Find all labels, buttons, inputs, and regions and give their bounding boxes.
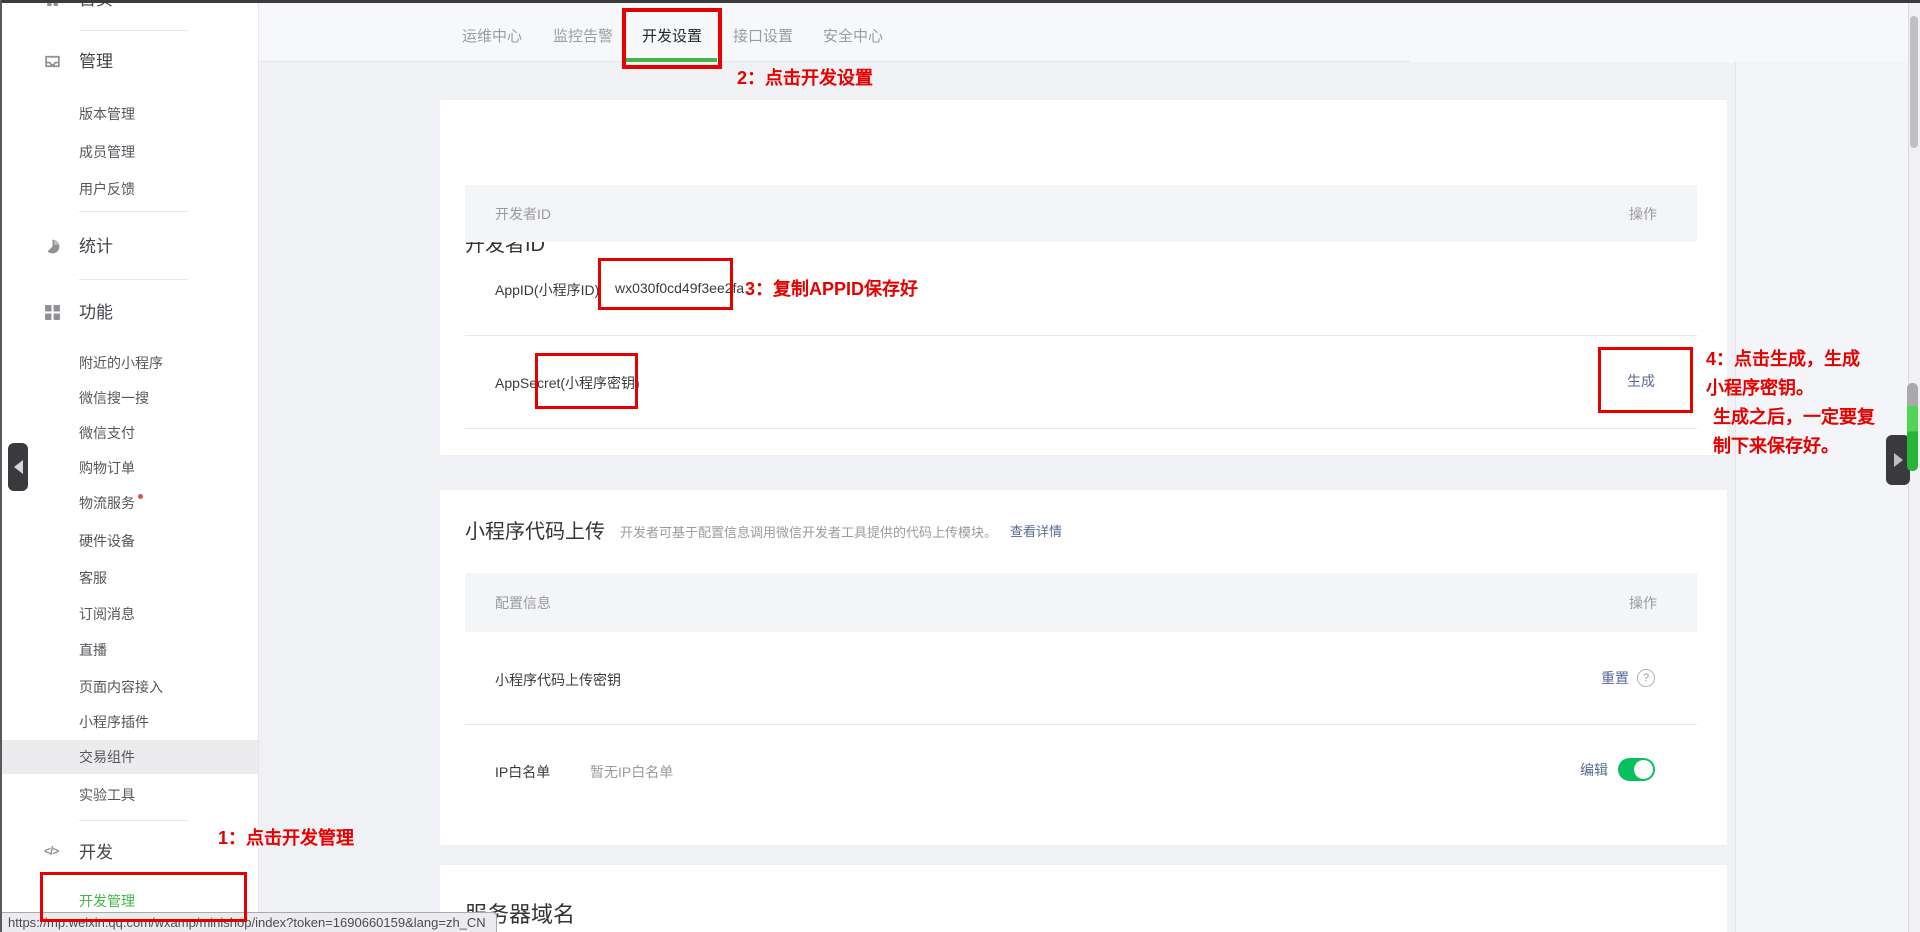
sidebar-item-shopping-orders[interactable]: 购物订单 bbox=[79, 458, 135, 478]
generate-button[interactable]: 生成 bbox=[1627, 371, 1655, 391]
sidebar-item-customer-service[interactable]: 客服 bbox=[79, 568, 107, 588]
toggle-knob bbox=[1634, 760, 1653, 779]
chevron-right-icon bbox=[1894, 453, 1903, 467]
sidebar-item-member-manage[interactable]: 成员管理 bbox=[79, 142, 135, 162]
sidebar-item-user-feedback[interactable]: 用户反馈 bbox=[79, 179, 135, 199]
sidebar-group-features[interactable]: 功能 bbox=[79, 301, 113, 325]
view-details-link[interactable]: 查看详情 bbox=[1010, 521, 1062, 540]
appid-label: AppID(小程序ID) bbox=[495, 280, 599, 300]
sidebar-item-miniprogram-plugin[interactable]: 小程序插件 bbox=[79, 712, 149, 732]
scroll-capture-indicator bbox=[1907, 383, 1918, 471]
edit-button[interactable]: 编辑 bbox=[1580, 760, 1608, 780]
sidebar-collapse-handle[interactable] bbox=[8, 443, 28, 491]
browser-status-bar: https://mp.weixin.qq.com/wxamp/minishop/… bbox=[0, 912, 497, 932]
tab-ops-center[interactable]: 运维中心 bbox=[462, 26, 522, 48]
tab-dev-settings[interactable]: 开发设置 bbox=[642, 26, 702, 48]
divider bbox=[79, 30, 188, 31]
sidebar-item-dev-manage[interactable]: 开发管理 bbox=[79, 891, 135, 911]
sidebar-group-stats[interactable]: 统计 bbox=[79, 235, 113, 259]
ip-whitelist-value: 暂无IP白名单 bbox=[590, 762, 673, 782]
ip-whitelist-label: IP白名单 bbox=[495, 762, 550, 782]
code-upload-heading: 小程序代码上传 bbox=[465, 515, 605, 544]
divider bbox=[79, 820, 188, 821]
upload-key-actions: 重置 ? bbox=[1601, 668, 1655, 688]
sidebar-item-nearby-miniprogram[interactable]: 附近的小程序 bbox=[79, 353, 163, 373]
col-action: 操作 bbox=[1629, 204, 1657, 224]
divider bbox=[79, 279, 188, 280]
sidebar-item-page-content-access[interactable]: 页面内容接入 bbox=[79, 677, 163, 697]
appsecret-label: AppSecret(小程序密钥) bbox=[495, 373, 640, 393]
scrollbar-thumb[interactable] bbox=[1910, 16, 1918, 148]
ip-whitelist-actions: 编辑 bbox=[1580, 758, 1655, 781]
content-right-gutter bbox=[1735, 62, 1909, 932]
inbox-icon bbox=[44, 53, 61, 70]
new-badge-dot bbox=[138, 494, 143, 499]
window-top-border bbox=[0, 0, 1920, 3]
code-upload-desc: 开发者可基于配置信息调用微信开发者工具提供的代码上传模块。 bbox=[620, 522, 997, 541]
active-tab-underline bbox=[625, 58, 717, 62]
pie-chart-icon bbox=[44, 238, 61, 255]
tab-security-center[interactable]: 安全中心 bbox=[823, 26, 883, 48]
tab-bar-divider bbox=[258, 61, 1410, 62]
sidebar-item-hardware-device[interactable]: 硬件设备 bbox=[79, 531, 135, 551]
appsecret-actions: 生成 bbox=[1627, 371, 1655, 391]
sidebar-item-logistics-service[interactable]: 物流服务 bbox=[79, 493, 143, 513]
annotation-step2: 2：点击开发设置 bbox=[737, 64, 873, 90]
divider bbox=[79, 211, 188, 212]
annotation-step1: 1：点击开发管理 bbox=[218, 824, 354, 850]
row-divider bbox=[465, 724, 1697, 725]
col-config-info: 配置信息 bbox=[495, 593, 551, 613]
annotation-step3: 3：复制APPID保存好 bbox=[745, 275, 918, 301]
sidebar: 首页 管理 版本管理 成员管理 用户反馈 统计 功能 附近的小程序 微信搜一搜 … bbox=[2, 0, 259, 932]
developer-id-card: 开发者ID 开发者ID 操作 AppID(小程序ID) wx030f0cd49f… bbox=[440, 100, 1727, 455]
row-divider bbox=[465, 335, 1697, 336]
sidebar-item-subscribe-message[interactable]: 订阅消息 bbox=[79, 604, 135, 624]
sidebar-item-label: 物流服务 bbox=[79, 495, 135, 511]
server-domain-card: 服务器域名 bbox=[440, 865, 1727, 932]
tab-api-settings[interactable]: 接口设置 bbox=[733, 26, 793, 48]
sidebar-item-live[interactable]: 直播 bbox=[79, 640, 107, 660]
code-upload-card: 小程序代码上传 开发者可基于配置信息调用微信开发者工具提供的代码上传模块。 查看… bbox=[440, 490, 1727, 845]
annotation-step4-line4: 制下来保存好。 bbox=[1706, 432, 1875, 461]
annotation-step4-line3: 生成之后，一定要复 bbox=[1706, 403, 1875, 432]
help-icon[interactable]: ? bbox=[1637, 669, 1655, 687]
code-icon: </> bbox=[44, 844, 61, 861]
grid-icon bbox=[44, 304, 61, 321]
chevron-left-icon bbox=[14, 460, 23, 474]
sidebar-group-develop[interactable]: 开发 bbox=[79, 841, 113, 865]
upload-key-label: 小程序代码上传密钥 bbox=[495, 670, 621, 690]
ip-whitelist-toggle[interactable] bbox=[1618, 758, 1655, 781]
sidebar-item-wechat-search[interactable]: 微信搜一搜 bbox=[79, 388, 149, 408]
tab-monitor-alert[interactable]: 监控告警 bbox=[553, 26, 613, 48]
annotation-step4-line1: 4：点击生成，生成 bbox=[1706, 345, 1875, 374]
window-left-border bbox=[0, 0, 2, 932]
annotation-step4: 4：点击生成，生成 小程序密钥。 生成之后，一定要复 制下来保存好。 bbox=[1706, 345, 1875, 461]
reset-button[interactable]: 重置 bbox=[1601, 668, 1629, 688]
annotation-step4-line2: 小程序密钥。 bbox=[1706, 374, 1875, 403]
row-divider bbox=[465, 428, 1697, 429]
developer-id-table-header: 开发者ID 操作 bbox=[465, 185, 1697, 242]
appid-value: wx030f0cd49f3ee2fa bbox=[615, 280, 744, 296]
sidebar-item-experiment-tools[interactable]: 实验工具 bbox=[79, 785, 135, 805]
col-action: 操作 bbox=[1629, 593, 1657, 613]
sidebar-item-version-manage[interactable]: 版本管理 bbox=[79, 104, 135, 124]
sidebar-item-wechat-pay[interactable]: 微信支付 bbox=[79, 423, 135, 443]
sidebar-group-manage[interactable]: 管理 bbox=[79, 50, 113, 74]
col-developer-id: 开发者ID bbox=[495, 204, 551, 224]
code-upload-table-header: 配置信息 操作 bbox=[465, 573, 1697, 632]
sidebar-item-trade-component[interactable]: 交易组件 bbox=[79, 747, 135, 767]
